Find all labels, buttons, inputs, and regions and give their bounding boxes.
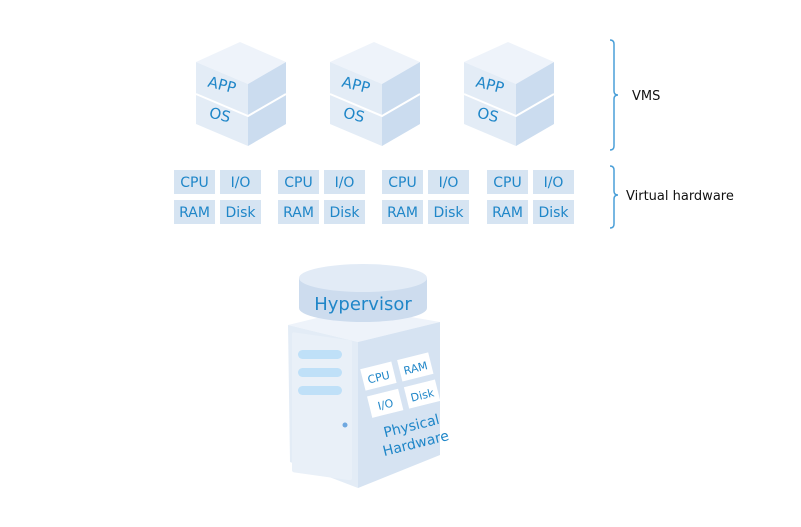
virtual-hardware-bracket — [609, 165, 619, 229]
power-led — [342, 422, 348, 428]
vh-ram-label: RAM — [179, 205, 210, 221]
physical-server: CPU RAM I/O Disk Physical Hardware — [288, 308, 451, 488]
virtual-hardware-group: CPU I/O RAM Disk — [382, 170, 469, 224]
virtual-hardware-group: CPU I/O RAM Disk — [174, 170, 261, 224]
vh-disk-label: Disk — [433, 205, 464, 221]
virtual-hardware-layer: CPU I/ORAM DiskCPU I/ORAM DiskCPU I/ORAM DiskC… — [174, 170, 574, 224]
virtualization-diagram: APPOS APPOS APPOS CPU I/O RAM Disk CPU I/O RAM Di… — [174, 39, 734, 488]
vh-io-label: I/O — [544, 175, 564, 191]
virtual-hardware-group: CPU I/O RAM Disk — [278, 170, 365, 224]
vh-ram-label: RAM — [387, 205, 418, 221]
vm-layer: APPOS APPOS APPOS — [195, 42, 555, 146]
vh-disk-label: Disk — [225, 205, 256, 221]
vm-cube: APPOS — [195, 42, 287, 146]
virtual-hardware-label: Virtual hardware — [626, 189, 734, 204]
vms-label: VMS — [632, 89, 660, 104]
vm-cube: APPOS — [463, 42, 555, 146]
vms-bracket — [609, 39, 619, 151]
vh-cpu-label: CPU — [388, 175, 416, 191]
vh-disk-label: Disk — [538, 205, 569, 221]
hypervisor-label: Hypervisor — [314, 294, 412, 315]
vh-ram-label: RAM — [283, 205, 314, 221]
vh-ram-label: RAM — [492, 205, 523, 221]
vm-cube: APPOS — [329, 42, 421, 146]
vh-disk-label: Disk — [329, 205, 360, 221]
vh-cpu-label: CPU — [284, 175, 312, 191]
vh-cpu-label: CPU — [493, 175, 521, 191]
vh-cpu-label: CPU — [180, 175, 208, 191]
vh-io-label: I/O — [231, 175, 251, 191]
drive-bay-1 — [298, 350, 342, 359]
virtual-hardware-group: CPU I/O RAM Disk — [487, 170, 574, 224]
drive-bay-3 — [298, 386, 342, 395]
drive-bay-2 — [298, 368, 342, 377]
vh-io-label: I/O — [439, 175, 459, 191]
vh-io-label: I/O — [335, 175, 355, 191]
hypervisor: Hypervisor — [299, 264, 427, 322]
